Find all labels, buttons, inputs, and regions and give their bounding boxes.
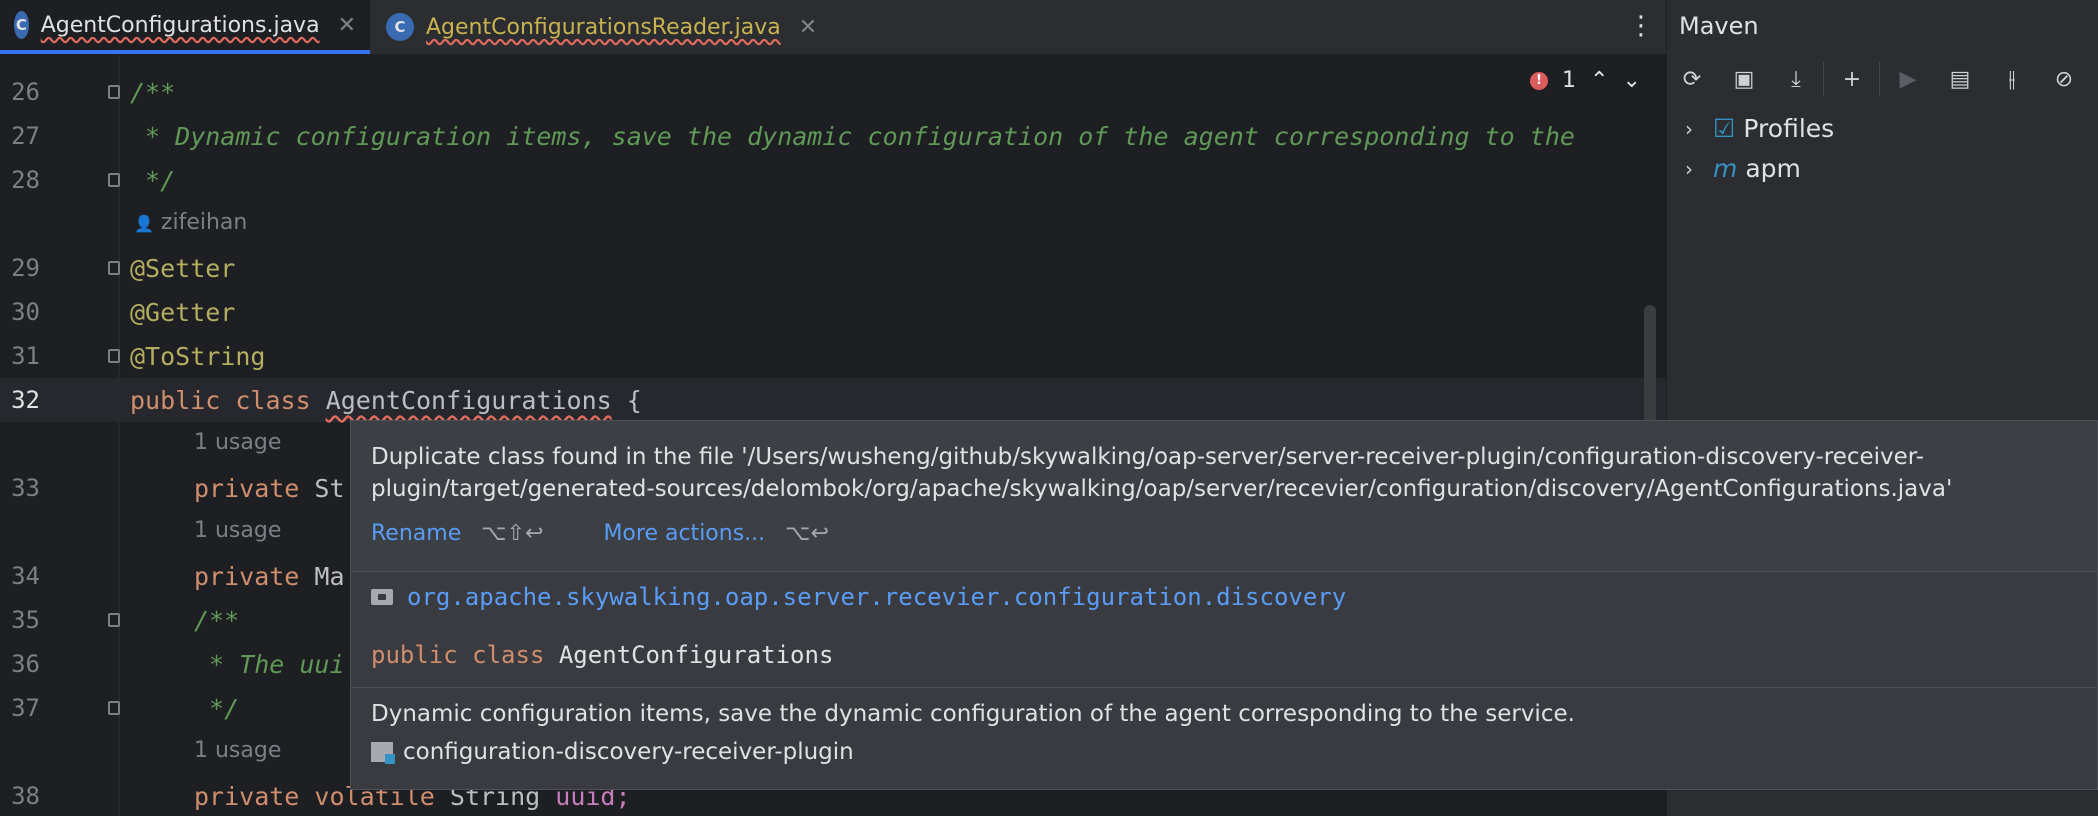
close-icon[interactable]: ✕ xyxy=(338,13,356,38)
code-line[interactable]: 30 @Getter xyxy=(0,290,1666,334)
line-number: 29 xyxy=(11,254,40,282)
tree-item-profiles[interactable]: › ☑ Profiles xyxy=(1685,114,1834,143)
module-label: configuration-discovery-receiver-plugin xyxy=(371,739,854,765)
fold-icon[interactable] xyxy=(108,85,120,99)
line-number: 28 xyxy=(11,166,40,194)
editor-tab-bar: C AgentConfigurations.java ✕ C AgentConf… xyxy=(0,0,1666,55)
code-text: /** xyxy=(194,606,240,635)
close-icon[interactable]: ✕ xyxy=(799,15,817,40)
skip-tests-icon[interactable]: ⊘ xyxy=(2049,64,2079,94)
run-icon[interactable]: ▶ xyxy=(1893,64,1923,94)
code-text: public class AgentConfigurations { xyxy=(130,386,642,415)
code-text: private Ma xyxy=(194,562,345,591)
inspection-widget[interactable]: ! 1 ⌃ ⌄ xyxy=(1530,68,1641,93)
toolbar-separator xyxy=(1879,62,1880,96)
module-name: configuration-discovery-receiver-plugin xyxy=(403,739,854,765)
usage-hint[interactable]: 1 usage xyxy=(194,430,281,455)
toggle-offline-icon[interactable]: ⫲ xyxy=(1997,64,2027,94)
class-doc: Dynamic configuration items, save the dy… xyxy=(371,701,1575,727)
code-text: @Setter xyxy=(130,254,236,283)
line-number: 37 xyxy=(11,694,40,722)
author-hint[interactable]: 👤 zifeihan xyxy=(134,210,247,235)
code-text: /** xyxy=(130,78,176,107)
maven-title: Maven xyxy=(1679,12,1759,40)
error-message: Duplicate class found in the file '/User… xyxy=(371,444,1953,502)
line-number: 26 xyxy=(11,78,40,106)
module-folder-icon xyxy=(371,742,395,764)
code-line[interactable]: 26 /** xyxy=(0,70,1666,114)
download-icon[interactable]: ⤓ xyxy=(1781,64,1811,94)
code-line-current[interactable]: 32 public class AgentConfigurations { xyxy=(0,378,1666,422)
author-name: zifeihan xyxy=(160,210,248,235)
fold-icon[interactable] xyxy=(108,349,120,363)
code-text: */ xyxy=(194,694,240,723)
next-error-icon[interactable]: ⌄ xyxy=(1622,68,1640,93)
divider xyxy=(351,571,2097,572)
reload-icon[interactable]: ⟳ xyxy=(1677,64,1707,94)
code-text: * Dynamic configuration items, save the … xyxy=(130,122,1575,151)
fold-icon[interactable] xyxy=(108,701,120,715)
more-tabs-icon[interactable]: ⋮ xyxy=(1628,12,1654,40)
tab-label: AgentConfigurations.java xyxy=(40,12,320,38)
previous-error-icon[interactable]: ⌃ xyxy=(1590,68,1608,93)
usage-hint[interactable]: 1 usage xyxy=(194,518,281,543)
divider xyxy=(351,687,2097,688)
rename-shortcut: ⌥⇧↩ xyxy=(481,521,544,546)
line-number: 30 xyxy=(11,298,40,326)
chevron-right-icon[interactable]: › xyxy=(1685,157,1713,181)
code-text: private St xyxy=(194,474,345,503)
more-actions-shortcut: ⌥↩ xyxy=(785,521,829,546)
quick-fix-actions: Rename ⌥⇧↩ More actions... ⌥↩ xyxy=(371,521,889,546)
tree-item-label: Profiles xyxy=(1743,114,1835,143)
tab-label: AgentConfigurationsReader.java xyxy=(426,14,781,40)
line-number: 36 xyxy=(11,650,40,678)
code-text: * The uui xyxy=(194,650,345,679)
user-icon: 👤 xyxy=(134,214,154,233)
code-line[interactable]: 29 @Setter xyxy=(0,246,1666,290)
code-text: @Getter xyxy=(130,298,236,327)
generate-sources-icon[interactable]: ▣ xyxy=(1729,64,1759,94)
profiles-icon: ☑ xyxy=(1713,114,1736,143)
line-number: 34 xyxy=(11,562,40,590)
line-number: 35 xyxy=(11,606,40,634)
code-text: @ToString xyxy=(130,342,266,371)
more-actions-link[interactable]: More actions... xyxy=(603,521,765,546)
fold-icon[interactable] xyxy=(108,261,120,275)
code-line[interactable]: 31 @ToString xyxy=(0,334,1666,378)
line-number: 27 xyxy=(11,122,40,150)
line-number: 33 xyxy=(11,474,40,502)
maven-module-icon: m xyxy=(1713,154,1738,183)
tab-agent-configurations[interactable]: C AgentConfigurations.java ✕ xyxy=(0,0,370,54)
add-icon[interactable]: + xyxy=(1837,64,1867,94)
chevron-right-icon[interactable]: › xyxy=(1685,117,1713,141)
rename-link[interactable]: Rename xyxy=(371,521,461,546)
error-count: 1 xyxy=(1562,68,1576,93)
class-icon: C xyxy=(386,13,414,41)
code-line[interactable]: 27 * Dynamic configuration items, save t… xyxy=(0,114,1666,158)
usage-hint[interactable]: 1 usage xyxy=(194,738,281,763)
fold-icon[interactable] xyxy=(108,613,120,627)
tree-item-apm[interactable]: › m apm xyxy=(1685,154,1801,183)
tree-item-label: apm xyxy=(1745,154,1801,183)
line-number: 31 xyxy=(11,342,40,370)
class-icon: C xyxy=(14,11,29,39)
code-line[interactable]: 28 */ xyxy=(0,158,1666,202)
error-tooltip-popup: Duplicate class found in the file '/User… xyxy=(350,420,2098,790)
line-number: 38 xyxy=(11,782,40,810)
tab-agent-configurations-reader[interactable]: C AgentConfigurationsReader.java ✕ xyxy=(372,0,831,54)
class-declaration: public class AgentConfigurations xyxy=(371,641,834,669)
package-link[interactable]: org.apache.skywalking.oap.server.recevie… xyxy=(371,583,1346,611)
line-number: 32 xyxy=(11,386,40,414)
toolbar-separator xyxy=(1823,62,1824,96)
fold-icon[interactable] xyxy=(108,173,120,187)
error-icon: ! xyxy=(1530,71,1548,90)
package-name: org.apache.skywalking.oap.server.recevie… xyxy=(407,583,1347,611)
execute-goal-icon[interactable]: ▤ xyxy=(1945,64,1975,94)
code-text: */ xyxy=(130,166,176,195)
package-folder-icon xyxy=(371,589,393,605)
